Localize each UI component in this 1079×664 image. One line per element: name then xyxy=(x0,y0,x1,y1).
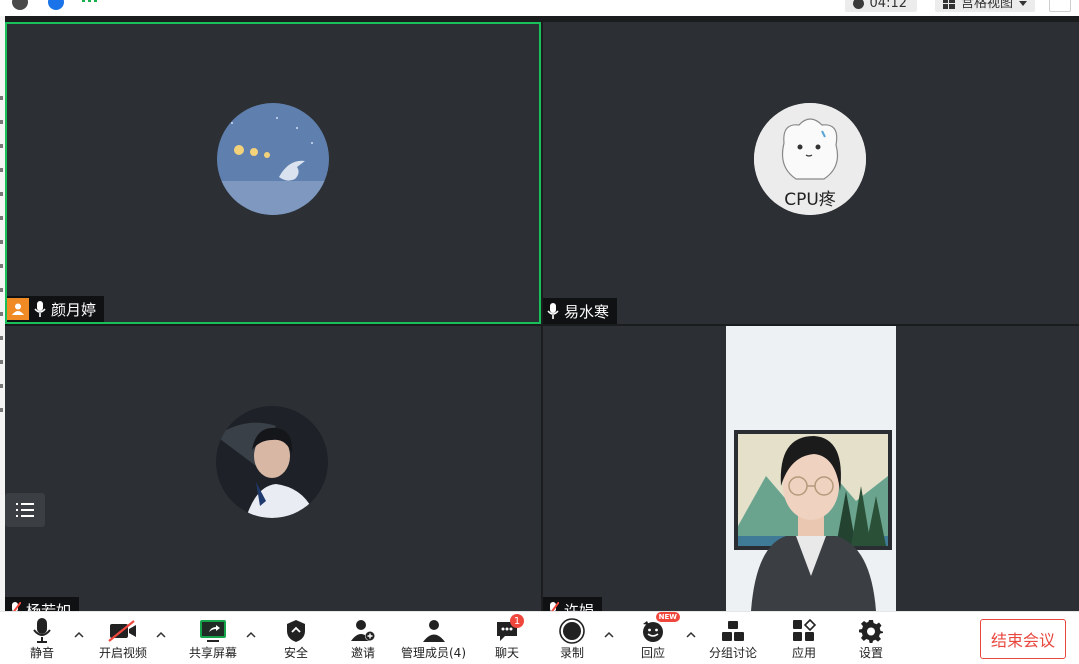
participant-name: 颜月婷 xyxy=(51,300,97,319)
video-gallery: 颜月婷 CPU疼 易水寒 杨若如 许娟 xyxy=(5,16,1079,611)
microphone-icon xyxy=(34,301,46,317)
participant-name-label: 杨若如 xyxy=(5,597,80,612)
avatar-caption: CPU疼 xyxy=(784,190,836,210)
view-label: 宫格视图 xyxy=(960,0,1013,11)
meeting-timer[interactable]: 04:12 xyxy=(844,0,917,12)
microphone-muted-icon xyxy=(12,602,21,611)
view-switch-button[interactable]: 宫格视图 xyxy=(934,0,1035,12)
settings-label: 设置 xyxy=(858,646,883,660)
share-screen-icon xyxy=(198,618,228,644)
camera-off-icon xyxy=(108,618,138,644)
video-label: 开启视频 xyxy=(99,646,148,660)
fullscreen-icon[interactable] xyxy=(1049,0,1071,12)
shield-check-icon[interactable] xyxy=(48,0,64,10)
chat-badge: 1 xyxy=(510,614,524,628)
security-label: 安全 xyxy=(283,646,308,660)
settings-button[interactable]: 设置 xyxy=(856,618,886,660)
apps-label: 应用 xyxy=(791,646,816,660)
participant-name-label: 许娟 xyxy=(543,597,603,612)
grid-view-icon xyxy=(942,0,955,9)
apps-icon xyxy=(789,618,819,644)
participant-name-label: 颜月婷 xyxy=(7,296,105,322)
chevron-down-icon xyxy=(1019,0,1027,6)
signal-icon[interactable] xyxy=(80,0,102,10)
timer-text: 04:12 xyxy=(869,0,907,11)
clock-icon xyxy=(852,0,864,9)
chevron-up-icon[interactable] xyxy=(74,630,84,640)
shield-icon xyxy=(281,618,311,644)
security-button[interactable]: 安全 xyxy=(281,618,311,660)
manage-members-button[interactable]: 管理成员(4) xyxy=(401,618,466,660)
participant-name: 许娟 xyxy=(564,601,595,612)
apps-button[interactable]: 应用 xyxy=(789,618,819,660)
participant-video xyxy=(726,326,896,611)
participant-tile[interactable]: 颜月婷 xyxy=(5,22,541,324)
mute-label: 静音 xyxy=(29,646,54,660)
meeting-toolbar: 静音 开启视频 共享屏幕 安全 邀请 管理成员(4) 1 聊天 录制 NEW 回… xyxy=(0,611,1079,664)
microphone-muted-icon xyxy=(550,602,559,611)
host-icon xyxy=(7,298,29,320)
chat-button[interactable]: 1 聊天 xyxy=(492,614,524,660)
reaction-icon: NEW xyxy=(638,612,680,644)
members-icon xyxy=(419,618,449,644)
participant-name-label: 易水寒 xyxy=(543,298,618,324)
breakout-rooms-icon xyxy=(718,618,748,644)
breakout-label: 分组讨论 xyxy=(709,646,758,660)
chevron-up-icon[interactable] xyxy=(604,630,614,640)
gear-icon xyxy=(856,618,886,644)
react-label: 回应 xyxy=(640,646,665,660)
new-badge: NEW xyxy=(655,612,680,622)
top-bar: 04:12 宫格视图 xyxy=(0,0,1079,16)
record-icon xyxy=(557,618,587,644)
add-user-icon xyxy=(348,618,378,644)
participant-name: 杨若如 xyxy=(26,601,72,612)
participant-avatar xyxy=(217,103,329,215)
invite-label: 邀请 xyxy=(350,646,375,660)
participant-name: 易水寒 xyxy=(564,302,610,321)
list-icon[interactable] xyxy=(5,493,45,527)
react-button[interactable]: NEW 回应 xyxy=(638,612,680,660)
participant-avatar: CPU疼 xyxy=(754,103,866,215)
breakout-rooms-button[interactable]: 分组讨论 xyxy=(709,618,757,660)
share-screen-button[interactable]: 共享屏幕 xyxy=(189,618,237,660)
microphone-icon xyxy=(27,618,57,644)
mute-button[interactable]: 静音 xyxy=(27,618,57,660)
share-label: 共享屏幕 xyxy=(189,646,238,660)
record-button[interactable]: 录制 xyxy=(557,618,587,660)
chevron-up-icon[interactable] xyxy=(686,630,696,640)
members-label: 管理成员(4) xyxy=(401,646,466,660)
participant-avatar xyxy=(216,406,328,518)
info-icon[interactable] xyxy=(12,0,28,10)
invite-button[interactable]: 邀请 xyxy=(348,618,378,660)
chevron-up-icon[interactable] xyxy=(246,630,256,640)
participant-tile[interactable]: 杨若如 xyxy=(5,326,541,611)
start-video-button[interactable]: 开启视频 xyxy=(99,618,147,660)
participant-tile[interactable]: 许娟 xyxy=(543,326,1079,611)
record-label: 录制 xyxy=(559,646,584,660)
participant-tile[interactable]: CPU疼 易水寒 xyxy=(543,22,1079,324)
chat-label: 聊天 xyxy=(494,646,519,660)
end-meeting-button[interactable]: 结束会议 xyxy=(980,619,1066,659)
microphone-icon xyxy=(547,303,559,319)
chat-icon: 1 xyxy=(492,614,524,644)
chevron-up-icon[interactable] xyxy=(156,630,166,640)
